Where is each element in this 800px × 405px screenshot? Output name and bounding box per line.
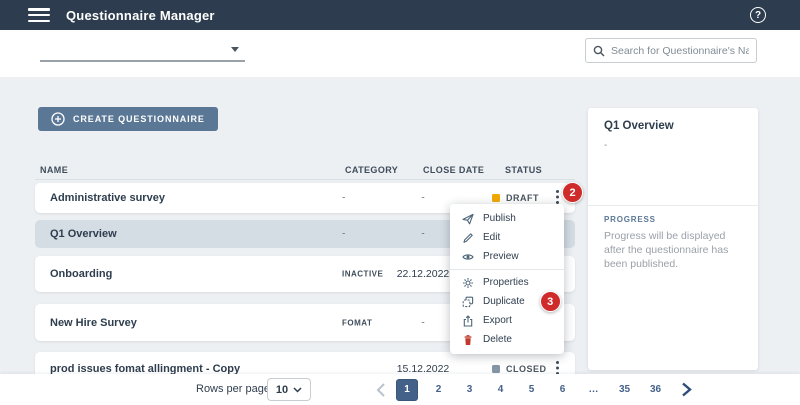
detail-panel-title: Q1 Overview <box>604 120 674 132</box>
progress-section-label: PROGRESS <box>604 215 656 224</box>
trash-icon <box>462 334 474 346</box>
column-header-status: STATUS <box>505 165 542 175</box>
filter-bar <box>0 30 800 77</box>
status-badge: CLOSED <box>492 364 547 374</box>
menu-item-export[interactable]: Export <box>450 311 564 330</box>
search-icon <box>593 45 605 57</box>
app-bar: Questionnaire Manager ? <box>0 0 800 30</box>
detail-panel-subtitle: - <box>604 140 607 151</box>
chevron-down-icon <box>231 47 239 52</box>
pagination-bar: Rows per page 10 1 2 3 4 5 6 … 35 36 <box>0 374 800 405</box>
page-button-5[interactable]: 5 <box>516 384 547 395</box>
menu-item-label: Publish <box>483 213 516 224</box>
rows-per-page-label: Rows per page <box>196 383 270 395</box>
rows-per-page-value: 10 <box>276 384 288 396</box>
row-name: Onboarding <box>50 268 112 280</box>
row-category: - <box>342 193 345 204</box>
plus-circle-icon <box>51 112 65 126</box>
menu-item-publish[interactable]: Publish <box>450 209 564 228</box>
create-questionnaire-button[interactable]: CREATE QUESTIONNAIRE <box>38 107 218 131</box>
menu-divider <box>450 269 564 270</box>
menu-item-edit[interactable]: Edit <box>450 228 564 247</box>
export-icon <box>462 315 474 327</box>
page-button-2[interactable]: 2 <box>423 384 454 395</box>
menu-item-preview[interactable]: Preview <box>450 247 564 266</box>
status-label: DRAFT <box>506 193 539 203</box>
create-questionnaire-label: CREATE QUESTIONNAIRE <box>73 114 205 124</box>
menu-item-properties[interactable]: Properties <box>450 273 564 292</box>
menu-item-label: Delete <box>483 334 512 345</box>
row-category: FOMAT <box>342 318 372 327</box>
progress-placeholder-text: Progress will be displayed after the que… <box>604 229 744 272</box>
copy-icon <box>462 296 474 308</box>
menu-item-label: Properties <box>483 277 529 288</box>
send-icon <box>462 213 474 225</box>
column-header-category: CATEGORY <box>345 165 398 175</box>
pencil-icon <box>462 232 474 244</box>
menu-item-delete[interactable]: Delete <box>450 330 564 349</box>
questionnaire-manager-screen: Questionnaire Manager ? CREATE QUESTIONN… <box>0 0 800 405</box>
eye-icon <box>462 251 474 263</box>
help-icon[interactable]: ? <box>750 7 766 23</box>
tutorial-step-badge-3: 3 <box>540 291 561 312</box>
detail-panel-divider <box>588 205 758 206</box>
chevron-down-icon <box>293 387 302 393</box>
page-button-6[interactable]: 6 <box>547 384 578 395</box>
status-square-closed <box>492 365 500 373</box>
column-header-name: NAME <box>40 165 68 175</box>
page-button-35[interactable]: 35 <box>609 384 640 395</box>
gear-icon <box>462 277 474 289</box>
status-badge: DRAFT <box>492 193 539 203</box>
search-input[interactable] <box>611 45 749 57</box>
page-button-4[interactable]: 4 <box>485 384 516 395</box>
search-box <box>585 38 757 63</box>
page-ellipsis: … <box>578 384 609 395</box>
status-label: CLOSED <box>506 364 547 374</box>
page-button-1[interactable]: 1 <box>396 379 418 401</box>
next-page-icon[interactable] <box>678 382 694 397</box>
detail-panel: Q1 Overview - PROGRESS Progress will be … <box>588 108 758 370</box>
hamburger-menu-icon[interactable] <box>28 8 50 22</box>
pager: 1 2 3 4 5 6 … 35 36 <box>374 374 694 405</box>
menu-item-label: Export <box>483 315 512 326</box>
menu-item-label: Duplicate <box>483 296 525 307</box>
tutorial-step-badge-2: 2 <box>562 182 583 203</box>
row-close-date: - <box>378 193 468 204</box>
page-button-36[interactable]: 36 <box>640 384 671 395</box>
menu-item-label: Preview <box>483 251 519 262</box>
column-header-close-date: CLOSE DATE <box>423 165 484 175</box>
menu-item-duplicate[interactable]: Duplicate 3 <box>450 292 564 311</box>
row-name: Administrative survey <box>50 192 165 204</box>
rows-per-page-select[interactable]: 10 <box>267 378 311 401</box>
table-header-divider <box>35 179 575 180</box>
menu-item-label: Edit <box>483 232 500 243</box>
page-button-3[interactable]: 3 <box>454 384 485 395</box>
row-category: - <box>342 229 345 240</box>
row-name: Q1 Overview <box>50 228 117 240</box>
row-context-menu: Publish Edit Preview Properties <box>450 204 564 354</box>
prev-page-icon[interactable] <box>374 383 388 397</box>
app-title: Questionnaire Manager <box>66 8 215 23</box>
questionnaire-filter-select[interactable] <box>40 38 245 62</box>
row-name: New Hire Survey <box>50 317 137 329</box>
status-square-draft <box>492 194 500 202</box>
